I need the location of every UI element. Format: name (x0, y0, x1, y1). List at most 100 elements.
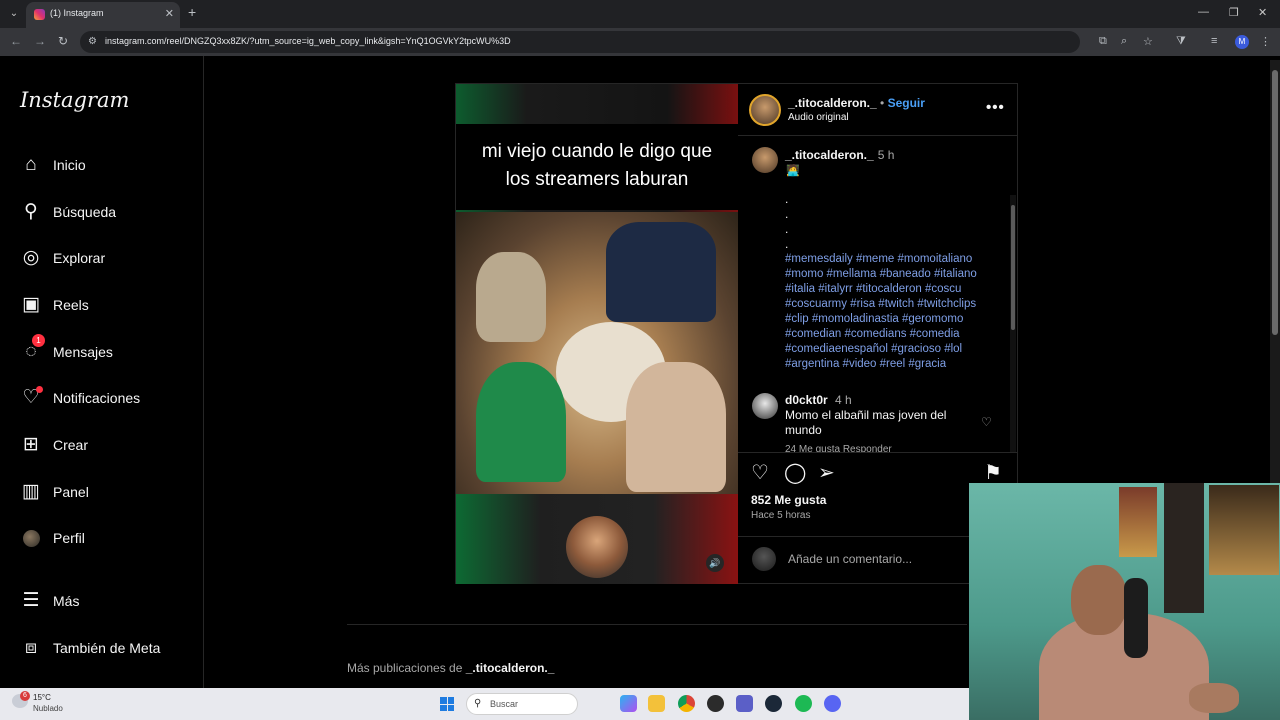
tab-title: (1) Instagram (50, 8, 104, 18)
chrome-icon[interactable] (678, 695, 695, 712)
search-icon: ⚲ (24, 201, 38, 222)
like-count[interactable]: 852 Me gusta (751, 493, 826, 507)
dashboard-icon: ▥ (22, 481, 40, 502)
bookmark-star-icon[interactable]: ☆ (1143, 35, 1153, 48)
profile-avatar[interactable]: M (1235, 35, 1249, 49)
file-explorer-icon[interactable] (648, 695, 665, 712)
weather-desc[interactable]: Nublado (33, 704, 63, 713)
sidebar-item-mensajes[interactable]: ◌ 1 Mensajes (20, 334, 190, 367)
caption-time: 5 h (877, 148, 895, 162)
weather-temp[interactable]: 15°C (33, 693, 51, 702)
sidebar-item-panel[interactable]: ▥ Panel (20, 479, 190, 507)
sidebar-item-explorar[interactable]: ◎ Explorar (20, 245, 190, 273)
more-options-icon[interactable]: ••• (986, 99, 1005, 116)
install-app-icon[interactable]: ⧉ (1099, 35, 1107, 48)
follow-button[interactable]: Seguir (888, 96, 925, 110)
meta-icon: ⧈ (24, 637, 38, 658)
scene-person (476, 252, 546, 342)
like-icon[interactable]: ♡ (751, 463, 769, 483)
sidebar-item-crear[interactable]: ⊞ Crear (20, 432, 190, 460)
section-divider (347, 624, 967, 625)
restore-button[interactable]: ❐ (1229, 6, 1239, 19)
video-scene-image (456, 212, 738, 494)
audio-link[interactable]: Audio original (788, 112, 849, 123)
taskbar-search[interactable]: ⚲ Buscar (466, 693, 578, 715)
sidebar-item-reels[interactable]: ▣ Reels (20, 292, 190, 320)
sidebar-item-label: Reels (53, 297, 89, 313)
volume-icon[interactable]: 🔊 (706, 554, 724, 572)
author-avatar[interactable] (749, 94, 781, 126)
caption-author-avatar[interactable] (752, 147, 778, 173)
sidebar-item-label: Más (53, 593, 80, 609)
unread-badge: 1 (32, 334, 45, 347)
comment-input[interactable] (788, 552, 968, 566)
sidebar-item-label: Inicio (53, 157, 86, 173)
instagram-logo[interactable]: Instagram (20, 88, 129, 112)
comment-meta[interactable]: 24 Me gusta Responder (785, 444, 892, 452)
reload-button[interactable]: ↻ (58, 34, 68, 48)
new-tab-button[interactable]: + (188, 4, 196, 20)
sidebar-item-label: Panel (53, 484, 89, 500)
more-posts-username[interactable]: _.titocalderon._ (466, 661, 555, 675)
comment-username[interactable]: d0ckt0r (785, 393, 828, 407)
webcam-poster (1119, 487, 1157, 557)
sidebar-item-label: Notificaciones (53, 390, 141, 406)
sidebar-item-label: Búsqueda (53, 204, 117, 220)
back-button[interactable]: ← (10, 34, 22, 48)
copilot-icon[interactable] (620, 695, 637, 712)
reel-post: mi viejo cuando le digo que los streamer… (455, 83, 1018, 584)
sidebar-item-label: También de Meta (53, 640, 161, 656)
site-info-icon[interactable]: ⚙ (88, 36, 97, 47)
sidebar-item-busqueda[interactable]: ⚲ Búsqueda (20, 199, 190, 227)
compass-icon: ◎ (22, 247, 40, 268)
post-time: Hace 5 horas (751, 510, 811, 521)
tab-search-button[interactable]: ⌄ (4, 4, 24, 24)
caption-username[interactable]: _.titocalderon._ (785, 148, 874, 162)
windows-start-icon[interactable] (440, 697, 454, 711)
omnibox[interactable]: ⚙ instagram.com/reel/DNGZQ3xx8ZK/?utm_so… (80, 31, 1080, 53)
webcam-overlay (969, 483, 1280, 720)
tab-close-icon[interactable]: ✕ (165, 7, 174, 20)
webcam-person-hand (1189, 683, 1239, 713)
sidebar-item-meta[interactable]: ⧈ También de Meta (20, 635, 190, 663)
scene-person (626, 362, 726, 492)
forward-button[interactable]: → (34, 34, 46, 48)
comment-like-icon[interactable]: ♡ (981, 415, 992, 429)
sidebar-item-inicio[interactable]: ⌂ Inicio (20, 152, 190, 180)
plus-square-icon: ⊞ (23, 434, 39, 455)
reels-icon: ▣ (22, 294, 40, 315)
home-icon: ⌂ (25, 154, 37, 175)
caption-hashtags[interactable]: #memesdaily #meme #momoitaliano #momo #m… (785, 252, 995, 372)
tab-bar: ⌄ (1) Instagram ✕ + — ❐ ✕ (0, 0, 1280, 28)
tab-instagram[interactable]: (1) Instagram ✕ (26, 2, 180, 28)
sidebar-item-mas[interactable]: ☰ Más (20, 588, 190, 616)
media-controls-icon[interactable]: ≡ (1211, 35, 1217, 47)
zoom-icon[interactable]: ⌕ (1121, 35, 1127, 48)
discord-icon[interactable] (824, 695, 841, 712)
comment-author-line: d0ckt0r 4 h (785, 393, 852, 407)
comment-time: 4 h (835, 393, 852, 407)
page-scroll-thumb[interactable] (1272, 70, 1278, 335)
sidebar-item-perfil[interactable]: Perfil (20, 525, 190, 553)
author-username[interactable]: _.titocalderon._ (788, 96, 877, 110)
extensions-icon[interactable]: ⧩ (1176, 35, 1186, 48)
comments-scroll-thumb[interactable] (1011, 205, 1015, 330)
save-bookmark-icon[interactable]: ⚑ (984, 463, 1002, 483)
comment-avatar[interactable] (752, 393, 778, 419)
obs-icon[interactable] (707, 695, 724, 712)
steam-icon[interactable] (765, 695, 782, 712)
sidebar-item-label: Mensajes (53, 344, 113, 360)
more-posts-prefix: Más publicaciones de (347, 661, 463, 675)
teams-icon[interactable] (736, 695, 753, 712)
comments-section[interactable]: _.titocalderon._ 5 h 🧑‍💻 . . . . #memesda… (738, 137, 1018, 452)
minimize-button[interactable]: — (1198, 6, 1209, 18)
browser-menu-icon[interactable]: ⋮ (1260, 35, 1271, 48)
close-window-button[interactable]: ✕ (1258, 6, 1267, 19)
spotify-icon[interactable] (795, 695, 812, 712)
sidebar-item-notificaciones[interactable]: ♡ Notificaciones (20, 385, 190, 413)
weather-badge: 6 (20, 691, 30, 701)
comment-icon[interactable]: ◯ (784, 463, 806, 483)
url-text[interactable]: instagram.com/reel/DNGZQ3xx8ZK/?utm_sour… (105, 36, 511, 46)
reel-video[interactable]: mi viejo cuando le digo que los streamer… (456, 84, 738, 584)
share-icon[interactable]: ➢ (818, 463, 835, 483)
